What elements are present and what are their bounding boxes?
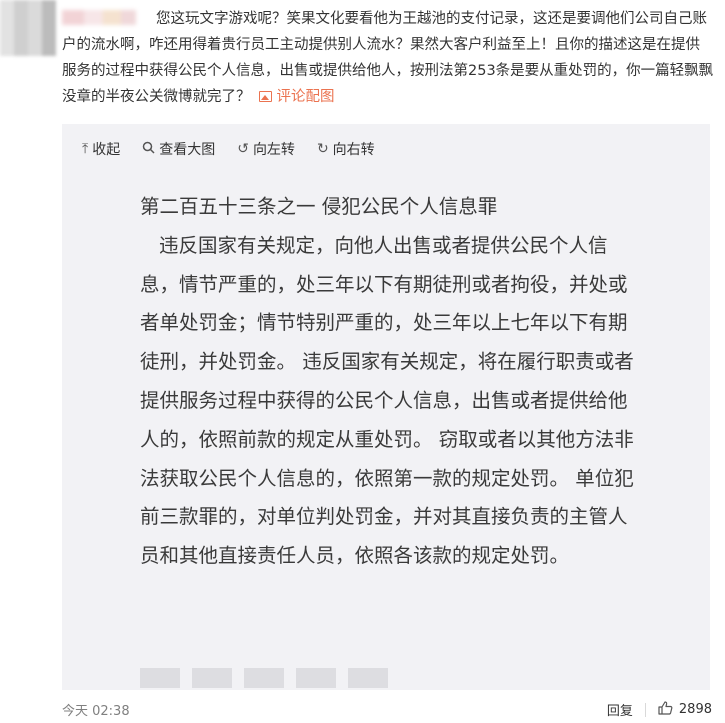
document-cutoff-line [140,668,400,688]
comment-block: 您这玩文字游戏呢？笑果文化要看他为王越池的支付记录，这还是要调他们公司自己账户的… [62,6,714,110]
thumbs-up-icon[interactable] [658,700,673,719]
rotate-left-button[interactable]: ↺ 向左转 [237,139,295,159]
rotate-left-label: 向左转 [252,142,295,158]
comment-footer: 今天 02:38 回复 2898 [62,700,714,720]
rotate-right-label: 向右转 [332,142,375,158]
comment-picture-link[interactable]: 评论配图 [258,89,335,105]
like-count[interactable]: 2898 [679,702,712,717]
divider [644,702,646,717]
search-icon [142,141,155,158]
law-document-image: 第二百五十三条之一 侵犯公民个人信息罪 违反国家有关规定，向他人出售或者提供公民… [140,188,640,576]
comment-text: 您这玩文字游戏呢？笑果文化要看他为王越池的支付记录，这还是要调他们公司自己账户的… [62,11,714,105]
view-large-label: 查看大图 [159,142,216,158]
rotate-right-icon: ↻ [316,141,329,157]
rotate-right-button[interactable]: ↻ 向右转 [317,139,375,159]
view-large-button[interactable]: 查看大图 [142,139,215,159]
image-preview: ⤒ 收起 查看大图 ↺ 向左转 ↻ 向右转 第二百五十三条之一 侵犯公民个人信息… [62,124,710,690]
image-icon [258,91,272,102]
comment-picture-label: 评论配图 [276,89,335,105]
collapse-button[interactable]: ⤒ 收起 [82,139,120,159]
comment-actions: 回复 2898 [607,700,712,719]
avatar[interactable] [0,0,56,56]
timestamp: 今天 02:38 [62,704,130,719]
document-title: 第二百五十三条之一 侵犯公民个人信息罪 [140,195,498,218]
image-toolbar: ⤒ 收起 查看大图 ↺ 向左转 ↻ 向右转 [62,124,710,174]
username[interactable] [62,10,136,25]
reply-button[interactable]: 回复 [607,700,633,719]
collapse-label: 收起 [92,142,121,158]
rotate-left-icon: ↺ [237,141,249,157]
up-arrow-icon: ⤒ [82,141,89,157]
document-body: 违反国家有关规定，向他人出售或者提供公民个人信息，情节严重的，处三年以下有期徒刑… [140,233,634,568]
